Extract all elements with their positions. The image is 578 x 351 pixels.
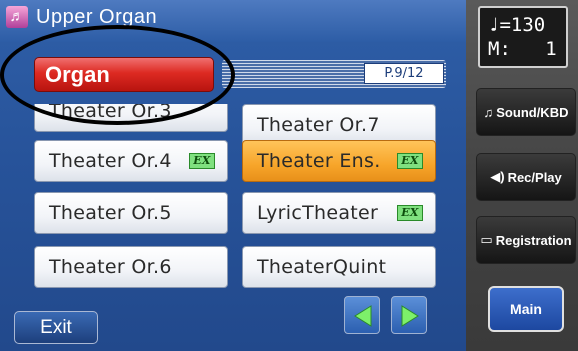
tone-button[interactable]: Theater Or.3 [34,104,228,132]
tone-button[interactable]: TheaterQuint [242,246,436,288]
music-note-icon: ♫ [483,104,494,120]
arrow-left-icon [354,305,372,327]
page-prev-button[interactable] [344,296,380,334]
side-panel: ♩=130 M: 1 ♫ Sound/KBD ◀) Rec/Play ▭ Reg… [466,0,578,351]
tone-button[interactable]: Theater Or.5 [34,192,228,234]
page-next-button[interactable] [391,296,427,334]
tone-label: Theater Or.6 [49,256,172,278]
tone-list: Theater Or.3 Theater Or.7 Theater Or.4 E… [34,104,436,294]
screen-title: Upper Organ [36,6,158,28]
tone-select-screen: ♬ Upper Organ Organ P.9/12 Theater Or.3 … [0,0,466,351]
tone-button-selected[interactable]: Theater Ens. EX [242,140,436,182]
tone-label: Theater Or.4 [49,150,172,172]
page-indicator: P.9/12 [364,63,444,84]
tone-label: Theater Or.3 [49,104,172,122]
sound-kbd-label: Sound/KBD [496,104,569,120]
ex-badge: EX [397,153,423,169]
registration-label: Registration [495,232,572,248]
tempo-readout: ♩=130 [488,14,546,36]
tone-label: Theater Ens. [257,150,381,172]
sound-kbd-button[interactable]: ♫ Sound/KBD [476,88,576,136]
arrow-right-icon [401,305,419,327]
main-button[interactable]: Main [488,286,564,332]
category-button-organ[interactable]: Organ [34,57,214,92]
ex-badge: EX [397,205,423,221]
measure-readout: M: 1 [488,38,557,60]
tone-label: TheaterQuint [257,256,387,278]
tone-button[interactable]: LyricTheater EX [242,192,436,234]
registration-button[interactable]: ▭ Registration [476,216,576,264]
speaker-icon: ◀) [490,169,505,184]
tone-button[interactable]: Theater Or.4 EX [34,140,228,182]
title-bar: ♬ Upper Organ [0,0,466,42]
exit-button[interactable]: Exit [14,311,98,344]
rec-play-button[interactable]: ◀) Rec/Play [476,153,576,201]
book-icon: ▭ [480,232,493,247]
tone-label: LyricTheater [257,202,379,224]
ex-badge: EX [189,153,215,169]
rec-play-label: Rec/Play [507,169,562,185]
tone-label: Theater Or.5 [49,202,172,224]
tone-label: Theater Or.7 [257,114,380,136]
tone-button[interactable]: Theater Or.6 [34,246,228,288]
tempo-display: ♩=130 M: 1 [478,6,568,68]
music-note-icon: ♬ [6,6,28,28]
